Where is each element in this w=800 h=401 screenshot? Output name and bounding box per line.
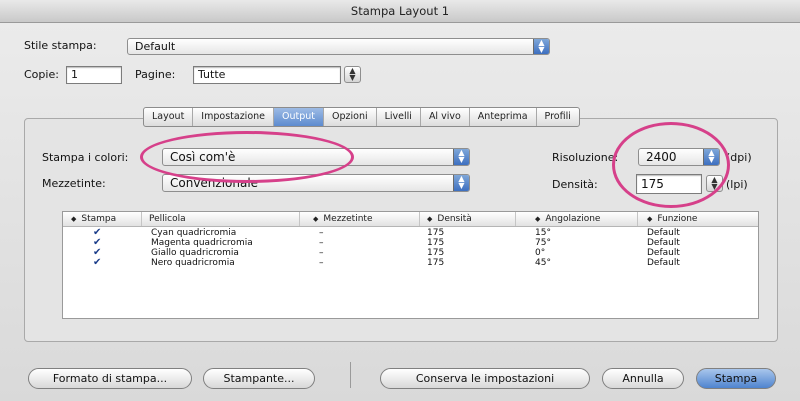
print-style-popup[interactable]: Default ▲ ▼ [127,38,550,55]
function-cell: Default [647,228,680,238]
pages-field[interactable]: Tutte [193,66,341,84]
plates-table: ◆ Stampa Pellicola ◆ Mezzetinte ◆ Densità ◆… [62,211,759,319]
copies-field[interactable]: 1 [66,66,122,84]
angle-cell: 0° [535,248,546,258]
tab-profili[interactable]: Profili [537,108,579,126]
angle-cell: 45° [535,258,551,268]
resolution-label: Risoluzione: [552,151,619,164]
print-dialog: Stampa Layout 1 Stile stampa: Default ▲ ▼… [0,0,800,401]
halftone-cell: – [319,238,324,248]
resolution-unit: (dpi) [726,151,752,164]
film-cell: Nero quadricromia [151,258,235,268]
column-header-stampa[interactable]: ◆ Stampa [71,212,116,226]
cancel-button[interactable]: Annulla [602,368,684,389]
density-unit: (lpi) [726,178,748,191]
density-menu-button[interactable]: ▲ ▼ [706,175,723,192]
popup-arrows-icon: ▲ ▼ [453,149,469,165]
print-style-label: Stile stampa: [24,39,97,52]
tab-al-vivo[interactable]: Al vivo [421,108,470,126]
page-format-button[interactable]: Formato di stampa... [28,368,192,389]
density-cell: 175 [427,228,445,238]
tab-anteprima[interactable]: Anteprima [470,108,537,126]
pages-menu-button[interactable]: ▲ ▼ [344,66,361,83]
print-colors-value: Così com'è [170,150,236,164]
halftone-cell: – [319,228,324,238]
save-settings-button[interactable]: Conserva le impostazioni [380,368,590,389]
film-cell: Cyan quadricromia [151,228,237,238]
tab-layout[interactable]: Layout [144,108,194,126]
button-divider [350,362,351,388]
tab-bar: Layout Impostazione Output Opzioni Livel… [143,107,580,127]
sort-arrows-icon: ◆ [535,215,541,223]
density-cell: 175 [427,248,445,258]
copies-label: Copie: [24,68,59,81]
function-cell: Default [647,238,680,248]
print-colors-label: Stampa i colori: [42,151,129,164]
pages-label: Pagine: [135,68,176,81]
resolution-popup[interactable]: 2400 ▲ ▼ [638,148,720,166]
print-style-value: Default [135,40,176,53]
film-cell: Giallo quadricromia [151,248,239,258]
density-label: Densità: [552,178,598,191]
print-colors-popup[interactable]: Così com'è ▲ ▼ [162,148,470,166]
tab-opzioni[interactable]: Opzioni [324,108,377,126]
column-header-funzione[interactable]: ◆ Funzione [647,212,697,226]
popup-arrows-icon: ▲ ▼ [703,149,719,165]
column-header-pellicola[interactable]: Pellicola [149,212,186,226]
tab-output[interactable]: Output [274,108,324,126]
function-cell: Default [647,248,680,258]
halftone-cell: – [319,258,324,268]
angle-cell: 15° [535,228,551,238]
halftone-label: Mezzetinte: [42,177,106,190]
halftone-value: Convenzionale [170,176,259,190]
column-header-densita[interactable]: ◆ Densità [427,212,472,226]
sort-arrows-icon: ◆ [427,215,433,223]
popup-arrows-icon: ▲ ▼ [533,39,549,54]
film-cell: Magenta quadricromia [151,238,253,248]
tab-livelli[interactable]: Livelli [377,108,421,126]
printer-button[interactable]: Stampante... [203,368,315,389]
sort-arrows-icon: ◆ [313,215,319,223]
print-button[interactable]: Stampa [696,368,776,389]
density-field[interactable]: 175 [636,174,702,194]
density-cell: 175 [427,258,445,268]
density-cell: 175 [427,238,445,248]
table-header: ◆ Stampa Pellicola ◆ Mezzetinte ◆ Densità ◆… [63,212,758,227]
popup-arrows-icon: ▲ ▼ [453,175,469,191]
checkbox-checked-icon[interactable]: ✔ [93,258,101,268]
sort-arrows-icon: ◆ [647,215,653,223]
window-title: Stampa Layout 1 [0,0,800,23]
column-header-angolazione[interactable]: ◆ Angolazione [535,212,600,226]
halftone-popup[interactable]: Convenzionale ▲ ▼ [162,174,470,192]
function-cell: Default [647,258,680,268]
tab-impostazione[interactable]: Impostazione [193,108,274,126]
halftone-cell: – [319,248,324,258]
angle-cell: 75° [535,238,551,248]
column-header-mezzetinte[interactable]: ◆ Mezzetinte [313,212,372,226]
sort-arrows-icon: ◆ [71,215,77,223]
resolution-value: 2400 [646,150,677,164]
